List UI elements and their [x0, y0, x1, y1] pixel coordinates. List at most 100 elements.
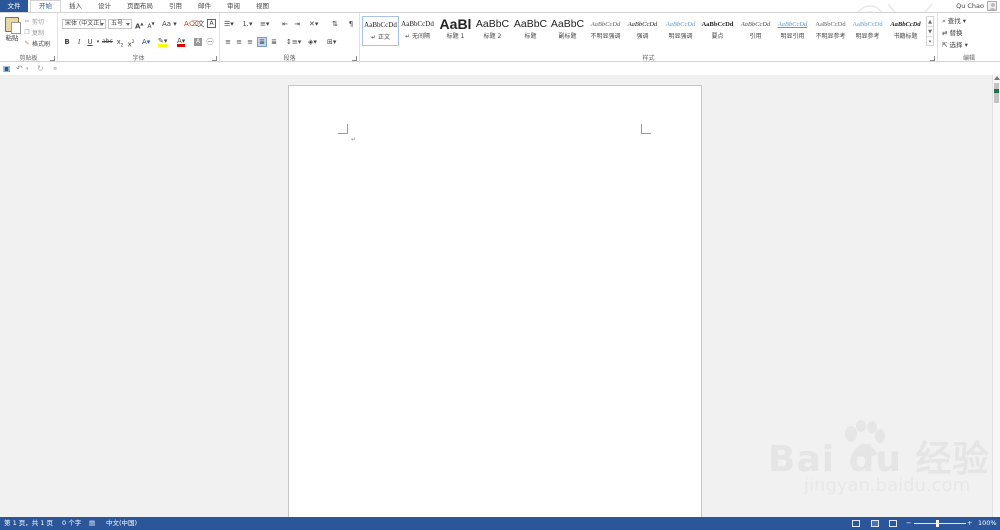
subscript-button[interactable]: x2: [116, 37, 124, 47]
zoom-in-button[interactable]: +: [967, 517, 972, 530]
underline-button[interactable]: U: [86, 37, 94, 47]
style-normal[interactable]: AaBbCcDd ↵ 正文: [362, 16, 399, 46]
align-center-icon[interactable]: ≡: [235, 37, 243, 47]
proofing-icon[interactable]: ▤: [89, 517, 95, 530]
style-intense-quote[interactable]: AaBbCcDd 明显引用: [774, 16, 811, 46]
decrease-indent-icon[interactable]: ⇤: [281, 19, 289, 29]
style-intense-reference[interactable]: AaBbCcDd 明显参考: [849, 16, 886, 46]
tab-home[interactable]: 开始: [30, 0, 61, 12]
shrink-font-button[interactable]: A▼: [147, 19, 155, 30]
tab-page-layout[interactable]: 页面布局: [119, 0, 161, 12]
chinese-layout-icon[interactable]: ✕▾: [309, 19, 318, 29]
distributed-icon[interactable]: ≣: [270, 37, 278, 47]
phonetic-guide-icon[interactable]: 文: [197, 19, 205, 29]
print-layout-icon[interactable]: [871, 520, 879, 527]
enclosed-character-icon[interactable]: ㊀: [206, 37, 214, 47]
zoom-slider-thumb[interactable]: [936, 520, 939, 527]
find-button[interactable]: ⌕ 查找 ▾: [942, 16, 966, 26]
multilevel-list-icon[interactable]: ≡▾: [260, 19, 269, 29]
shading-icon[interactable]: ◈▾: [308, 37, 317, 47]
gallery-down-icon[interactable]: ▼: [927, 27, 933, 37]
underline-dropdown-icon[interactable]: ▾: [94, 37, 102, 47]
style-intense-emphasis[interactable]: AaBbCcDd 明显强调: [662, 16, 699, 46]
borders-icon[interactable]: ⊞▾: [327, 37, 336, 47]
justify-icon[interactable]: ≣: [257, 37, 267, 47]
highlight-icon[interactable]: ✎▾: [158, 37, 168, 47]
style-subtle-emphasis[interactable]: AaBbCcDd 不明显强调: [587, 16, 624, 46]
scrollbar-thumb[interactable]: [994, 83, 999, 103]
style-strong[interactable]: AaBbCcDd 要点: [699, 16, 736, 46]
tab-references[interactable]: 引用: [161, 0, 190, 12]
font-size-select[interactable]: 五号: [108, 19, 132, 29]
paste-button[interactable]: 粘贴: [3, 16, 21, 50]
web-layout-icon[interactable]: [889, 520, 897, 527]
character-shading-icon[interactable]: A: [194, 38, 202, 46]
paragraph-launcher-icon[interactable]: [352, 56, 357, 61]
group-label-paragraph: 段落: [283, 55, 296, 62]
replace-button[interactable]: ⇄ 替换: [942, 28, 963, 38]
clipboard-launcher-icon[interactable]: [50, 56, 55, 61]
tab-design[interactable]: 设计: [90, 0, 119, 12]
tab-review[interactable]: 审阅: [219, 0, 248, 12]
gallery-up-icon[interactable]: ▲: [927, 17, 933, 27]
style-preview: AaBbCcDd: [590, 21, 621, 28]
copy-button[interactable]: ❐ 复制: [24, 28, 44, 37]
style-emphasis[interactable]: AaBbCcDd 强调: [624, 16, 661, 46]
zoom-slider[interactable]: [914, 523, 966, 524]
gallery-more-icon[interactable]: ▾: [927, 37, 933, 47]
style-book-title[interactable]: AaBbCcDd 书籍标题: [887, 16, 924, 46]
superscript-button[interactable]: x2: [127, 37, 135, 48]
align-left-icon[interactable]: ≡: [224, 37, 232, 47]
increase-indent-icon[interactable]: ⇥: [293, 19, 301, 29]
zoom-level[interactable]: 100%: [978, 517, 997, 530]
read-mode-icon[interactable]: [852, 520, 860, 527]
word-count[interactable]: 0 个字: [62, 517, 81, 530]
italic-button[interactable]: I: [75, 37, 83, 47]
customize-qat-icon[interactable]: ≡: [53, 64, 57, 74]
format-painter-button[interactable]: ✎ 格式刷: [24, 39, 50, 48]
cut-button[interactable]: ✂ 剪切: [24, 17, 44, 26]
show-marks-icon[interactable]: ¶: [347, 19, 355, 29]
bullets-icon[interactable]: ☰▾: [224, 19, 234, 29]
tab-mailings[interactable]: 邮件: [190, 0, 219, 12]
undo-dropdown-icon[interactable]: ▾: [26, 64, 29, 74]
style-heading-2[interactable]: AaBbC 标题 2: [474, 16, 511, 46]
page-count[interactable]: 第 1 页，共 1 页: [4, 517, 53, 530]
scroll-up-icon[interactable]: [994, 76, 1000, 80]
copy-icon: ❐: [24, 28, 30, 36]
change-case-button[interactable]: Aa ▾: [162, 19, 177, 29]
zoom-out-button[interactable]: −: [906, 517, 911, 530]
style-subtle-reference[interactable]: AaBbCcDd 不明显参考: [812, 16, 849, 46]
bold-button[interactable]: B: [63, 37, 71, 47]
line-spacing-icon[interactable]: ↕≡▾: [286, 37, 301, 47]
font-color-button[interactable]: A▾: [177, 37, 186, 47]
save-icon[interactable]: ▣: [3, 64, 11, 74]
undo-icon[interactable]: ↶: [16, 64, 23, 74]
sort-icon[interactable]: ⇅: [331, 19, 339, 29]
vertical-scrollbar[interactable]: [992, 75, 1000, 517]
style-heading-1[interactable]: AaBl 标题 1: [437, 16, 474, 46]
character-border-icon[interactable]: A: [207, 19, 216, 28]
numbering-icon[interactable]: ⒈▾: [242, 19, 253, 29]
language-indicator[interactable]: 中文(中国): [106, 517, 137, 530]
user-name[interactable]: Qu Chao: [956, 0, 984, 12]
align-right-icon[interactable]: ≡: [246, 37, 254, 47]
redo-icon[interactable]: ↻: [37, 64, 44, 74]
user-avatar-icon[interactable]: [987, 1, 997, 11]
chevron-down-icon: ▾: [964, 41, 968, 49]
styles-launcher-icon[interactable]: [930, 56, 935, 61]
strikethrough-button[interactable]: abc: [102, 37, 113, 47]
style-title[interactable]: AaBbC 标题: [512, 16, 549, 46]
style-quote[interactable]: AaBbCcDd 引用: [737, 16, 774, 46]
grow-font-button[interactable]: A▲: [135, 19, 144, 30]
font-launcher-icon[interactable]: [212, 56, 217, 61]
tab-view[interactable]: 视图: [248, 0, 277, 12]
select-button[interactable]: ⇱ 选择 ▾: [942, 40, 968, 50]
font-name-select[interactable]: 宋体 (中文正): [62, 19, 106, 29]
text-effects-icon[interactable]: A▾: [142, 37, 150, 47]
tab-file[interactable]: 文件: [0, 0, 28, 12]
tab-insert[interactable]: 插入: [61, 0, 90, 12]
style-subtitle[interactable]: AaBbC 副标题: [549, 16, 586, 46]
document-page[interactable]: ↵: [288, 85, 702, 517]
style-no-spacing[interactable]: AaBbCcDd ↵ 无间隔: [399, 16, 436, 46]
